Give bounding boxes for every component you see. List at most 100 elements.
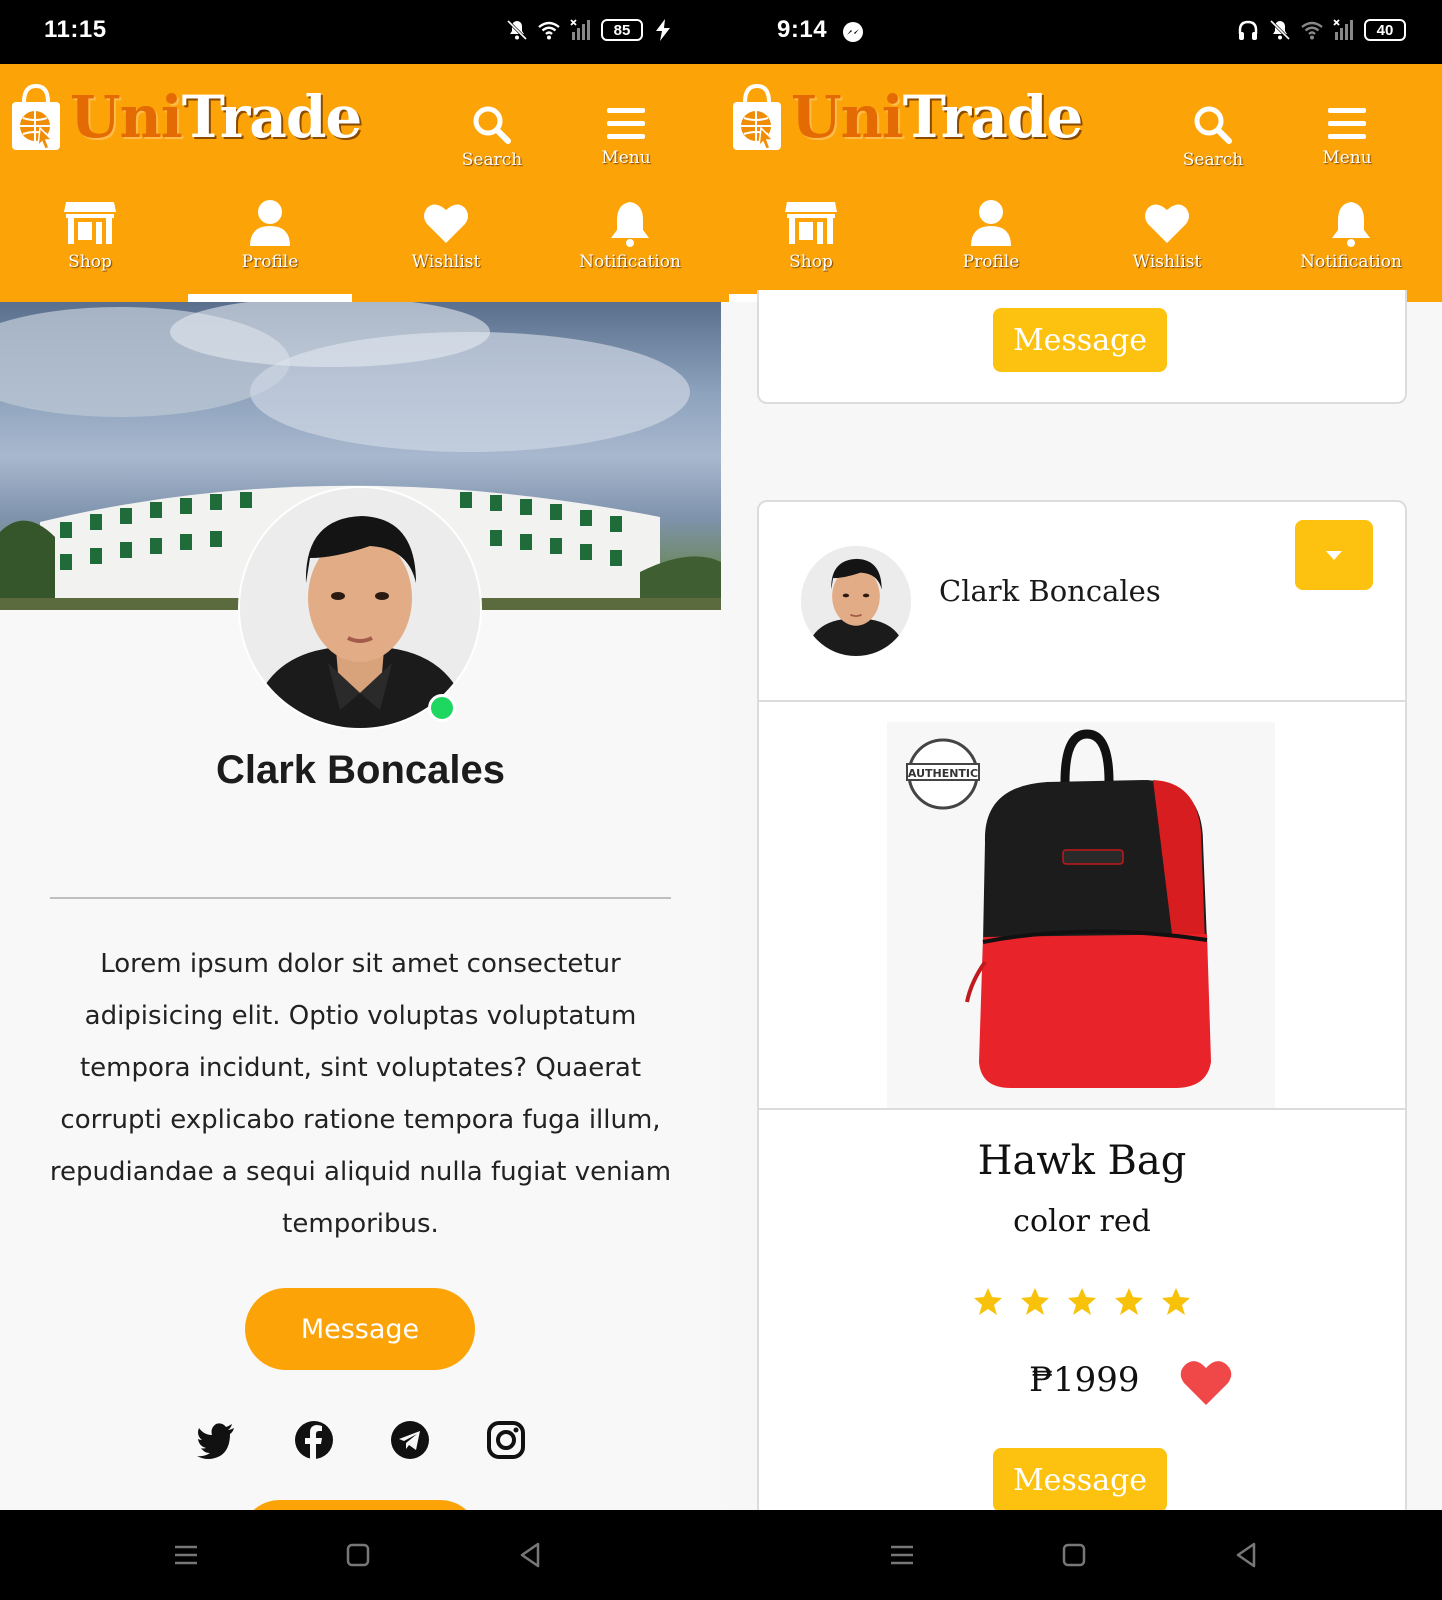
recent-apps-icon[interactable] — [171, 1540, 201, 1570]
shopping-bag-globe-icon — [733, 83, 781, 150]
signal-icon — [570, 19, 590, 40]
profile-bio: Lorem ipsum dolor sit amet consectetur a… — [49, 949, 672, 1239]
post-header: Clark Boncales — [759, 502, 1405, 702]
status-icons: 40 — [1236, 18, 1406, 42]
bell-icon — [1332, 202, 1370, 247]
seller-photo — [801, 546, 911, 656]
product-subtitle: color red — [1013, 1204, 1151, 1239]
user-icon — [250, 200, 290, 246]
tab-wishlist[interactable]: Wishlist — [1079, 198, 1255, 302]
product-image[interactable]: AUTHENTIC — [887, 722, 1275, 1108]
profile-screen: 11:15 85 UniTrade Search Menu Shop Profi… — [0, 0, 721, 1600]
instagram-icon[interactable] — [486, 1420, 526, 1460]
tab-profile[interactable]: Profile — [903, 198, 1079, 302]
wifi-icon — [1301, 21, 1323, 40]
tab-wishlist-label: Wishlist — [411, 252, 481, 272]
image-divider — [759, 1108, 1405, 1110]
battery-indicator: 40 — [1364, 19, 1406, 41]
tab-profile-label: Profile — [962, 252, 1020, 272]
menu-button[interactable]: Menu — [586, 104, 666, 168]
store-icon — [64, 202, 116, 244]
profile-avatar[interactable] — [240, 488, 480, 728]
search-button[interactable]: Search — [452, 104, 532, 170]
search-icon — [473, 106, 511, 144]
profile-name: Clark Boncales — [215, 748, 506, 792]
wifi-icon — [538, 21, 560, 40]
shopping-bag-globe-icon — [12, 83, 60, 150]
heart-icon — [424, 204, 468, 243]
tab-notification[interactable]: Notification — [542, 198, 718, 302]
bell-icon — [611, 202, 649, 247]
menu-button[interactable]: Menu — [1307, 104, 1387, 168]
headphones-icon — [1238, 20, 1258, 40]
backpack-image: AUTHENTIC — [887, 722, 1275, 1108]
svg-text:AUTHENTIC: AUTHENTIC — [908, 767, 978, 780]
tab-wishlist[interactable]: Wishlist — [358, 198, 534, 302]
product-title[interactable]: Hawk Bag — [759, 1138, 1405, 1184]
product-rating — [759, 1286, 1405, 1320]
star-icon — [1068, 1288, 1096, 1315]
star-icon — [1115, 1288, 1144, 1315]
search-icon — [1194, 106, 1232, 144]
tab-shop[interactable]: Shop — [723, 198, 899, 302]
online-status-dot — [428, 694, 456, 722]
tab-notification-label: Notification — [579, 252, 681, 272]
seller-name[interactable]: Clark Boncales — [939, 574, 1161, 608]
charging-icon — [656, 19, 670, 41]
product-price: ₱1999 — [1029, 1360, 1140, 1400]
system-nav-bar — [721, 1510, 1442, 1600]
message-button[interactable]: Message — [993, 308, 1167, 372]
profile-divider — [50, 897, 671, 899]
unitrade-logo[interactable]: UniTrade — [8, 82, 363, 152]
signal-icon — [1333, 19, 1353, 40]
search-label: Search — [1182, 150, 1244, 170]
message-button[interactable]: Message — [245, 1288, 475, 1370]
hamburger-icon — [607, 108, 645, 139]
menu-label: Menu — [601, 148, 651, 168]
message-button[interactable]: Message — [993, 1448, 1167, 1512]
tab-profile-label: Profile — [241, 252, 299, 272]
search-button[interactable]: Search — [1173, 104, 1253, 170]
system-nav-bar — [0, 1510, 721, 1600]
telegram-icon[interactable] — [390, 1420, 430, 1460]
product-post-card: Clark Boncales AUTHENTIC Hawk Bag color … — [757, 500, 1407, 1600]
home-icon[interactable] — [1059, 1540, 1089, 1570]
status-icons: 85 — [505, 18, 675, 42]
tab-shop[interactable]: Shop — [2, 198, 178, 302]
messenger-notification-icon — [843, 22, 863, 42]
status-bar: 11:15 85 — [0, 0, 721, 64]
brand-trade: Trade — [181, 83, 363, 151]
mute-icon — [1269, 19, 1291, 41]
tab-notification[interactable]: Notification — [1263, 198, 1439, 302]
back-icon[interactable] — [516, 1540, 546, 1570]
tab-notification-label: Notification — [1300, 252, 1402, 272]
unitrade-logo[interactable]: UniTrade — [729, 82, 1083, 152]
back-icon[interactable] — [1232, 1540, 1262, 1570]
brand-uni: Uni — [70, 83, 183, 151]
hamburger-icon — [1328, 108, 1366, 139]
tab-profile[interactable]: Profile — [182, 198, 358, 302]
post-options-dropdown[interactable] — [1295, 520, 1373, 590]
heart-icon — [1145, 204, 1189, 243]
wishlist-heart-icon[interactable] — [1179, 1357, 1233, 1407]
previous-post-card: Message — [757, 290, 1407, 404]
store-icon — [785, 202, 837, 244]
user-icon — [971, 200, 1011, 246]
star-icon — [1162, 1288, 1191, 1315]
tab-shop-label: Shop — [68, 252, 112, 272]
caret-down-icon — [1326, 551, 1342, 560]
profile-photo — [240, 488, 480, 728]
app-header: UniTrade Search Menu Shop Profile Wishli… — [0, 64, 721, 302]
facebook-icon[interactable] — [294, 1420, 334, 1460]
shop-feed-screen: 9:14 40 UniTrade Search Menu Shop Profil… — [721, 0, 1442, 1600]
twitter-icon[interactable] — [196, 1420, 236, 1460]
app-header: UniTrade Search Menu Shop Profile Wishli… — [721, 64, 1442, 302]
brand-uni: Uni — [791, 83, 904, 151]
recent-apps-icon[interactable] — [887, 1540, 917, 1570]
battery-indicator: 85 — [601, 19, 643, 41]
seller-avatar[interactable] — [801, 546, 911, 656]
home-icon[interactable] — [343, 1540, 373, 1570]
mute-icon — [506, 19, 528, 41]
star-icon — [973, 1288, 1002, 1315]
status-bar: 9:14 40 — [721, 0, 1442, 64]
